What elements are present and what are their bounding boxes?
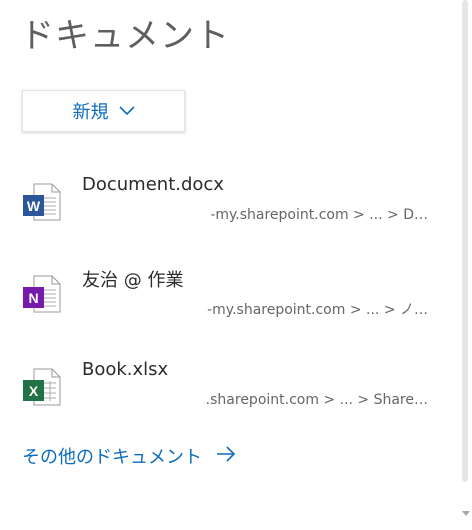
scroll-down-arrow-icon[interactable] (462, 511, 470, 516)
document-name: 友治 @ 作業 (82, 270, 184, 291)
new-button-label: 新規 (72, 102, 109, 123)
document-path: -my.sharepoint.com > ... > D… (210, 207, 428, 223)
vertical-scrollbar[interactable] (460, 0, 472, 530)
document-name: Document.docx (82, 174, 224, 195)
svg-text:W: W (27, 198, 41, 214)
arrow-right-icon (216, 445, 236, 468)
document-item-excel[interactable]: X Book.xlsx .sharepoint.com > ... > Shar… (0, 359, 454, 439)
word-icon: W (22, 182, 62, 222)
more-documents-link[interactable]: その他のドキュメント (22, 443, 236, 469)
svg-text:N: N (28, 290, 38, 306)
document-item-word[interactable]: W Document.docx -my.sharepoint.com > ...… (0, 174, 454, 254)
more-documents-label: その他のドキュメント (22, 447, 202, 468)
documents-panel: ドキュメント 新規 W Document.docx -my.sharepoint… (0, 0, 454, 530)
document-path: .sharepoint.com > ... > Share… (205, 392, 428, 408)
excel-icon: X (22, 367, 62, 407)
document-item-onenote[interactable]: N 友治 @ 作業 -my.sharepoint.com > ... > ノ… (0, 266, 454, 346)
document-path: -my.sharepoint.com > ... > ノ… (207, 302, 428, 318)
document-name: Book.xlsx (82, 359, 169, 380)
onenote-icon: N (22, 274, 62, 314)
chevron-down-icon (118, 106, 135, 116)
svg-text:X: X (29, 383, 39, 399)
new-button[interactable]: 新規 (22, 90, 185, 132)
scrollbar-thumb[interactable] (462, 0, 468, 482)
page-title: ドキュメント (20, 16, 230, 56)
